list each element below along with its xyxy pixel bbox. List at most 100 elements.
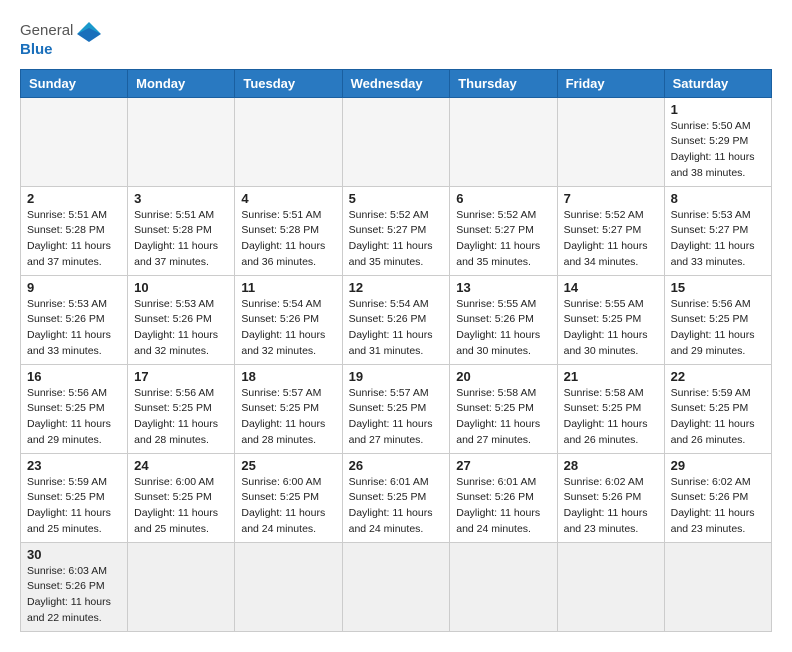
day-cell — [21, 97, 128, 186]
day-info: Sunrise: 5:54 AMSunset: 5:26 PMDaylight:… — [349, 297, 444, 360]
weekday-header-wednesday: Wednesday — [342, 69, 450, 97]
day-number: 14 — [564, 280, 658, 295]
day-number: 16 — [27, 369, 121, 384]
day-cell: 27Sunrise: 6:01 AMSunset: 5:26 PMDayligh… — [450, 453, 557, 542]
day-cell: 17Sunrise: 5:56 AMSunset: 5:25 PMDayligh… — [128, 364, 235, 453]
day-cell: 3 Sunrise: 5:51 AMSunset: 5:28 PMDaylight… — [128, 186, 235, 275]
day-info: Sunrise: 5:57 AMSunset: 5:25 PMDaylight:… — [241, 386, 335, 449]
day-number: 25 — [241, 458, 335, 473]
weekday-header-friday: Friday — [557, 69, 664, 97]
day-cell: 24 Sunrise: 6:00 AMSunset: 5:25 PMDayligh… — [128, 453, 235, 542]
day-info: Sunrise: 5:55 AMSunset: 5:26 PMDaylight:… — [456, 297, 550, 360]
day-cell: 25 Sunrise: 6:00 AMSunset: 5:25 PMDayligh… — [235, 453, 342, 542]
day-info: Sunrise: 5:56 AMSunset: 5:25 PMDaylight:… — [27, 386, 121, 449]
day-number: 7 — [564, 191, 658, 206]
day-info: Sunrise: 6:02 AMSunset: 5:26 PMDaylight:… — [671, 475, 765, 538]
header: General Blue — [20, 20, 772, 59]
day-cell: 2Sunrise: 5:51 AMSunset: 5:28 PMDaylight… — [21, 186, 128, 275]
day-cell: 11 Sunrise: 5:54 AMSunset: 5:26 PMDayligh… — [235, 275, 342, 364]
week-row-2: 2Sunrise: 5:51 AMSunset: 5:28 PMDaylight… — [21, 186, 772, 275]
day-cell: 8 Sunrise: 5:53 AMSunset: 5:27 PMDaylight… — [664, 186, 771, 275]
day-cell: 9 Sunrise: 5:53 AMSunset: 5:26 PMDaylight… — [21, 275, 128, 364]
day-cell — [450, 542, 557, 631]
day-cell: 23Sunrise: 5:59 AMSunset: 5:25 PMDayligh… — [21, 453, 128, 542]
day-info: Sunrise: 5:59 AMSunset: 5:25 PMDaylight:… — [27, 475, 121, 538]
day-info: Sunrise: 5:58 AMSunset: 5:25 PMDaylight:… — [564, 386, 658, 449]
week-row-6: 30 Sunrise: 6:03 AMSunset: 5:26 PMDayligh… — [21, 542, 772, 631]
logo-general: General — [20, 23, 73, 40]
day-cell — [342, 542, 450, 631]
week-row-5: 23Sunrise: 5:59 AMSunset: 5:25 PMDayligh… — [21, 453, 772, 542]
day-cell: 20 Sunrise: 5:58 AMSunset: 5:25 PMDayligh… — [450, 364, 557, 453]
day-info: Sunrise: 5:50 AMSunset: 5:29 PMDaylight:… — [671, 119, 765, 182]
weekday-header-row: SundayMondayTuesdayWednesdayThursdayFrid… — [21, 69, 772, 97]
day-cell: 1 Sunrise: 5:50 AMSunset: 5:29 PMDaylight… — [664, 97, 771, 186]
day-info: Sunrise: 5:54 AMSunset: 5:26 PMDaylight:… — [241, 297, 335, 360]
day-info: Sunrise: 5:51 AMSunset: 5:28 PMDaylight:… — [134, 208, 228, 271]
day-info: Sunrise: 6:00 AMSunset: 5:25 PMDaylight:… — [134, 475, 228, 538]
day-number: 12 — [349, 280, 444, 295]
day-cell: 6 Sunrise: 5:52 AMSunset: 5:27 PMDaylight… — [450, 186, 557, 275]
day-cell: 4Sunrise: 5:51 AMSunset: 5:28 PMDaylight… — [235, 186, 342, 275]
day-number: 11 — [241, 280, 335, 295]
day-info: Sunrise: 5:53 AMSunset: 5:26 PMDaylight:… — [134, 297, 228, 360]
day-cell — [128, 542, 235, 631]
weekday-header-monday: Monday — [128, 69, 235, 97]
day-number: 9 — [27, 280, 121, 295]
day-number: 19 — [349, 369, 444, 384]
day-cell — [128, 97, 235, 186]
day-info: Sunrise: 5:56 AMSunset: 5:25 PMDaylight:… — [671, 297, 765, 360]
day-number: 26 — [349, 458, 444, 473]
day-info: Sunrise: 5:59 AMSunset: 5:25 PMDaylight:… — [671, 386, 765, 449]
day-number: 3 — [134, 191, 228, 206]
day-info: Sunrise: 5:55 AMSunset: 5:25 PMDaylight:… — [564, 297, 658, 360]
day-info: Sunrise: 6:03 AMSunset: 5:26 PMDaylight:… — [27, 564, 121, 627]
day-cell: 14 Sunrise: 5:55 AMSunset: 5:25 PMDayligh… — [557, 275, 664, 364]
day-cell: 21Sunrise: 5:58 AMSunset: 5:25 PMDayligh… — [557, 364, 664, 453]
day-cell: 13 Sunrise: 5:55 AMSunset: 5:26 PMDayligh… — [450, 275, 557, 364]
day-info: Sunrise: 5:51 AMSunset: 5:28 PMDaylight:… — [27, 208, 121, 271]
day-cell: 19Sunrise: 5:57 AMSunset: 5:25 PMDayligh… — [342, 364, 450, 453]
calendar: SundayMondayTuesdayWednesdayThursdayFrid… — [20, 69, 772, 632]
day-number: 10 — [134, 280, 228, 295]
day-cell: 29 Sunrise: 6:02 AMSunset: 5:26 PMDayligh… — [664, 453, 771, 542]
day-number: 24 — [134, 458, 228, 473]
day-number: 28 — [564, 458, 658, 473]
day-info: Sunrise: 6:00 AMSunset: 5:25 PMDaylight:… — [241, 475, 335, 538]
day-number: 15 — [671, 280, 765, 295]
week-row-4: 16 Sunrise: 5:56 AMSunset: 5:25 PMDayligh… — [21, 364, 772, 453]
day-cell: 22Sunrise: 5:59 AMSunset: 5:25 PMDayligh… — [664, 364, 771, 453]
day-number: 20 — [456, 369, 550, 384]
weekday-header-tuesday: Tuesday — [235, 69, 342, 97]
day-cell: 12 Sunrise: 5:54 AMSunset: 5:26 PMDayligh… — [342, 275, 450, 364]
day-number: 6 — [456, 191, 550, 206]
day-cell: 28 Sunrise: 6:02 AMSunset: 5:26 PMDayligh… — [557, 453, 664, 542]
day-cell: 10 Sunrise: 5:53 AMSunset: 5:26 PMDayligh… — [128, 275, 235, 364]
day-info: Sunrise: 5:52 AMSunset: 5:27 PMDaylight:… — [456, 208, 550, 271]
day-number: 29 — [671, 458, 765, 473]
day-number: 8 — [671, 191, 765, 206]
day-number: 13 — [456, 280, 550, 295]
day-cell — [557, 97, 664, 186]
day-info: Sunrise: 5:58 AMSunset: 5:25 PMDaylight:… — [456, 386, 550, 449]
day-number: 4 — [241, 191, 335, 206]
day-info: Sunrise: 6:01 AMSunset: 5:26 PMDaylight:… — [456, 475, 550, 538]
weekday-header-sunday: Sunday — [21, 69, 128, 97]
day-info: Sunrise: 5:53 AMSunset: 5:26 PMDaylight:… — [27, 297, 121, 360]
day-info: Sunrise: 6:02 AMSunset: 5:26 PMDaylight:… — [564, 475, 658, 538]
day-cell — [450, 97, 557, 186]
day-cell — [235, 97, 342, 186]
day-cell: 15 Sunrise: 5:56 AMSunset: 5:25 PMDayligh… — [664, 275, 771, 364]
day-cell: 18Sunrise: 5:57 AMSunset: 5:25 PMDayligh… — [235, 364, 342, 453]
day-cell: 5Sunrise: 5:52 AMSunset: 5:27 PMDaylight… — [342, 186, 450, 275]
day-number: 30 — [27, 547, 121, 562]
day-info: Sunrise: 5:53 AMSunset: 5:27 PMDaylight:… — [671, 208, 765, 271]
day-number: 1 — [671, 102, 765, 117]
weekday-header-saturday: Saturday — [664, 69, 771, 97]
day-cell: 7Sunrise: 5:52 AMSunset: 5:27 PMDaylight… — [557, 186, 664, 275]
day-cell — [557, 542, 664, 631]
day-cell: 26Sunrise: 6:01 AMSunset: 5:25 PMDayligh… — [342, 453, 450, 542]
day-number: 5 — [349, 191, 444, 206]
week-row-3: 9 Sunrise: 5:53 AMSunset: 5:26 PMDaylight… — [21, 275, 772, 364]
logo-text: General Blue — [20, 20, 103, 59]
